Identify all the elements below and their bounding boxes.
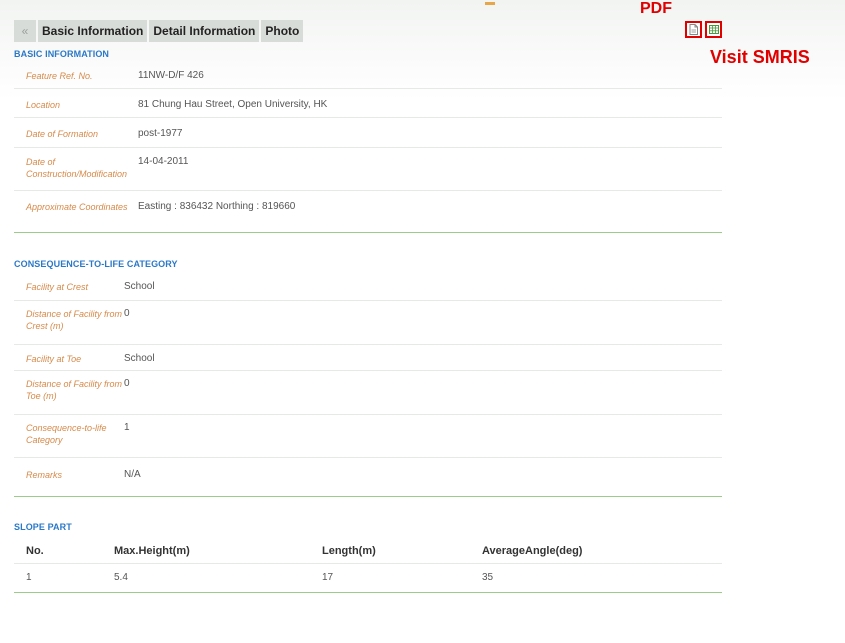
pdf-icon[interactable] [685,21,702,38]
row-label: Consequence-to-life Category [26,423,107,445]
table-row: Approximate Coordinates Easting : 836432… [14,191,722,222]
table-row: Date of Formation post-1977 [14,118,722,148]
row-label: Date of Formation [26,129,99,139]
loading-indicator [485,2,495,5]
row-value: School [124,281,155,292]
row-label: Remarks [26,470,63,480]
row-label: Facility at Toe [26,354,82,364]
consequence-table: Facility at Crest School Distance of Fac… [14,272,722,490]
table-row: Location 81 Chung Hau Street, Open Unive… [14,89,722,118]
back-icon[interactable]: « [14,20,36,42]
table-row: Consequence-to-life Category 1 [14,415,722,458]
table-row: Date of Construction/Modification 14-04-… [14,148,722,191]
table-row: Facility at Crest School [14,272,722,301]
tab-photo[interactable]: Photo [261,20,304,42]
row-value: 0 [124,308,130,319]
row-label: Distance of Facility from Crest (m) [26,309,123,331]
consequence-title: CONSEQUENCE-TO-LIFE CATEGORY [14,259,178,269]
row-label: Feature Ref. No. [26,71,93,81]
column-header-average-angle: AverageAngle(deg) [482,545,583,557]
tab-bar: « Basic Information Detail Information P… [14,20,305,42]
row-value: N/A [124,469,141,480]
table-row: Feature Ref. No. 11NW-D/F 426 [14,60,722,89]
row-label: Location [26,100,61,110]
table-row: Facility at Toe School [14,345,722,371]
row-label: Distance of Facility from Toe (m) [26,379,123,401]
section-divider [14,496,722,497]
table-row: Distance of Facility from Toe (m) 0 [14,371,722,415]
row-label: Approximate Coordinates [26,202,128,212]
row-value: 0 [124,378,130,389]
row-value: 81 Chung Hau Street, Open University, HK [138,99,328,110]
row-value: 14-04-2011 [138,156,189,167]
cell-no: 1 [26,572,32,583]
basic-information-table: Feature Ref. No. 11NW-D/F 426 Location 8… [14,60,722,222]
pdf-annotation: PDF [640,0,672,17]
cell-average-angle: 35 [482,572,494,583]
smris-icon[interactable] [705,21,722,38]
table-row: 1 5.4 17 35 [14,563,722,591]
row-value: post-1977 [138,128,183,139]
cell-max-height: 5.4 [114,572,128,583]
column-header-max-height: Max.Height(m) [114,545,190,557]
document-icon [689,24,698,35]
table-row: Remarks N/A [14,458,722,490]
row-value: 1 [124,422,130,433]
section-divider [14,232,722,233]
row-label: Date of Construction/Modification [26,157,128,179]
row-value: 11NW-D/F 426 [138,70,204,81]
visit-smris-annotation: Visit SMRIS [710,47,810,67]
slope-table-header: No. Max.Height(m) Length(m) AverageAngle… [14,540,722,562]
grid-map-icon [708,25,719,34]
row-label: Facility at Crest [26,282,89,292]
row-value: School [124,353,155,364]
tab-basic-information[interactable]: Basic Information [38,20,148,42]
column-header-no: No. [26,545,44,557]
column-header-length: Length(m) [322,545,376,557]
tab-detail-information[interactable]: Detail Information [149,20,260,42]
table-row: Distance of Facility from Crest (m) 0 [14,301,722,345]
basic-information-title: BASIC INFORMATION [14,49,110,59]
slope-part-title: SLOPE PART [14,522,72,532]
row-value: Easting : 836432 Northing : 819660 [138,201,296,212]
section-divider [14,592,722,593]
cell-length: 17 [322,572,334,583]
